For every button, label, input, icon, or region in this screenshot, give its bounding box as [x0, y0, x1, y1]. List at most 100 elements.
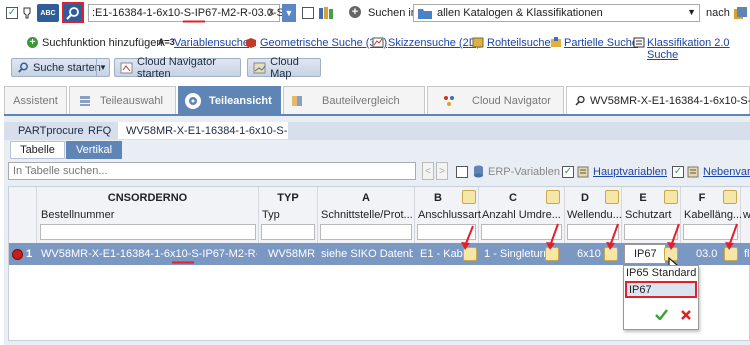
cancel-x-icon[interactable] — [680, 309, 692, 321]
stack-icon — [78, 95, 92, 107]
classification-search-icon — [633, 37, 645, 48]
pin-icon[interactable] — [21, 6, 33, 20]
chevron-down-icon[interactable]: ▼ — [96, 59, 109, 76]
tab-search-result[interactable]: WV58MR-X-E1-16384-1-6x10-S-IP — [566, 86, 750, 114]
secondary-variables-icon — [687, 165, 699, 178]
database-icon — [472, 165, 484, 178]
next-result-button[interactable]: > — [436, 162, 448, 180]
edit-column-icon[interactable] — [546, 190, 560, 204]
erp-variables-checkbox[interactable] — [456, 166, 468, 178]
cell-typ[interactable]: WV58MR — [268, 243, 315, 265]
tab-tabelle[interactable]: Tabelle — [10, 141, 65, 159]
tab-label: Teileansicht — [209, 94, 272, 107]
cloud-navigator-tab-icon — [442, 95, 456, 107]
tab-label: WV58MR-X-E1-16384-1-6x10-S-IP — [590, 94, 750, 107]
table-search-input[interactable] — [8, 162, 416, 180]
subtab-part[interactable]: WV58MR-X-E1-16384-1-6x10-S-IP67... — [118, 122, 288, 139]
column-name: Schnittstelle/Prot... — [321, 209, 413, 221]
link-rohteilsuche[interactable]: Rohteilsuche — [487, 37, 551, 49]
subtab-label: RFQ — [88, 124, 112, 137]
column-name: Anschlussart — [418, 209, 481, 221]
red-arrow-annotation — [725, 223, 738, 250]
history-dropdown-button[interactable]: ▼ — [282, 4, 296, 22]
column-name: Kabelläng... — [684, 209, 743, 221]
erp-variables-label: ERP-Variablen — [488, 166, 560, 178]
tab-assistent[interactable]: Assistent — [4, 86, 67, 114]
tab-bauteilvergleich[interactable]: Bauteilvergleich — [283, 86, 425, 114]
link-skizzensuche[interactable]: Skizzensuche (2D) — [388, 37, 480, 49]
column-code: TYP — [277, 192, 299, 204]
main-variables-link[interactable]: Hauptvariablen — [593, 166, 667, 178]
abc-search-icon[interactable]: ABC — [37, 4, 59, 22]
link-klassifikation-suche[interactable]: Klassifikation 2.0 Suche — [647, 37, 750, 61]
cloud-map-label: Cloud Map — [270, 55, 299, 80]
link-variablensuche[interactable]: Variablensuche — [174, 37, 249, 49]
magnifier-search-button[interactable] — [62, 2, 84, 23]
column-name: Wellendu... — [567, 209, 622, 221]
cloud-map-button[interactable]: Cloud Map — [247, 55, 321, 80]
dropdown-option-selected[interactable]: IP67 — [625, 281, 697, 298]
edit-column-icon[interactable] — [462, 190, 476, 204]
part-view-icon — [185, 92, 201, 109]
prev-result-button[interactable]: < — [422, 162, 434, 180]
ip67-underline — [172, 261, 194, 264]
start-search-button[interactable]: Suche starten ▼ — [11, 58, 110, 77]
geometric-search-icon — [245, 37, 257, 48]
tab-label: Cloud Navigator — [472, 94, 551, 107]
cell-umdrehungen[interactable]: 1 - Singleturn — [484, 243, 549, 265]
tab-label: Teileauswahl — [100, 94, 163, 107]
scope-value: allen Katalogen & Klassifikationen — [437, 7, 603, 19]
filter-input[interactable] — [40, 224, 256, 240]
tab-teileauswahl[interactable]: Teileauswahl — [69, 86, 176, 114]
search-input-value: :E1-16384-1-6x10-S-IP67-M2-R-03.0-SW — [92, 7, 295, 19]
edit-column-icon[interactable] — [664, 190, 678, 204]
tab-label: Bauteilvergleich — [322, 94, 400, 107]
books-icon[interactable] — [318, 5, 334, 21]
tab-teileansicht[interactable]: Teileansicht — [178, 86, 281, 114]
secondary-variables-checkbox[interactable]: ✓ — [672, 166, 684, 178]
scope-select[interactable]: allen Katalogen & Klassifikationen ▼ — [413, 4, 700, 22]
folder-icon — [418, 8, 432, 19]
column-name: Schutzart — [625, 209, 672, 221]
option-label: IP67 — [629, 283, 652, 296]
row-index: 1 — [26, 248, 33, 260]
tab-vertikal[interactable]: Vertikal — [66, 141, 122, 159]
main-variables-icon — [577, 165, 589, 178]
subtab-rfq[interactable]: RFQ — [80, 122, 119, 139]
edit-column-icon[interactable] — [723, 190, 737, 204]
cell-bestellnummer[interactable]: WV58MR-X-E1-16384-1-6x10-S-IP67-M2-R-03.… — [41, 243, 257, 265]
filter-input[interactable] — [320, 224, 412, 240]
red-arrow-annotation — [546, 223, 559, 250]
column-code: D — [581, 192, 589, 204]
clear-search-icon[interactable]: x — [269, 6, 275, 18]
cloud-navigator-start-label: Cloud Navigator starten — [137, 55, 216, 80]
confirm-check-icon[interactable] — [655, 309, 668, 320]
main-variables-checkbox[interactable]: ✓ — [562, 166, 574, 178]
status-dot-icon — [12, 249, 23, 260]
tab-cloud-navigator[interactable]: Cloud Navigator — [427, 86, 564, 114]
dropdown-option[interactable]: IP65 Standard — [626, 267, 696, 281]
column-code: B — [434, 192, 442, 204]
column-code: E — [639, 192, 647, 204]
link-geometrische-suche[interactable]: Geometrische Suche (3D) — [260, 37, 387, 49]
cell-wellendurchmesser[interactable]: 6x10 — [577, 243, 601, 265]
red-arrow-annotation — [606, 223, 619, 250]
ip67-underline — [183, 20, 205, 23]
filter-input[interactable] — [261, 224, 315, 240]
start-search-label: Suche starten — [33, 61, 101, 74]
cell-extra[interactable]: fl — [744, 243, 750, 265]
subtab-label: WV58MR-X-E1-16384-1-6x10-S-IP67... — [126, 124, 288, 137]
map-icon — [253, 62, 266, 74]
link-partielle-suche[interactable]: Partielle Suche — [564, 37, 638, 49]
cell-kabellaenge[interactable]: 03.0 — [696, 243, 717, 265]
edit-column-icon[interactable] — [605, 190, 619, 204]
add-scope-icon[interactable]: + — [349, 6, 361, 18]
nach-scope-icon[interactable] — [733, 5, 749, 21]
checkbox-toggle[interactable]: ✓ — [6, 7, 18, 19]
cloud-navigator-start-button[interactable]: Cloud Navigator starten — [114, 55, 241, 80]
checkbox-option[interactable] — [302, 7, 314, 19]
subtab-label: PARTprocure — [18, 124, 84, 137]
abc-search-tab-icon — [575, 95, 586, 106]
cell-schnittstelle[interactable]: siehe SIKO Datenblatt — [321, 243, 413, 265]
secondary-variables-link[interactable]: Nebenvaria — [703, 166, 750, 178]
